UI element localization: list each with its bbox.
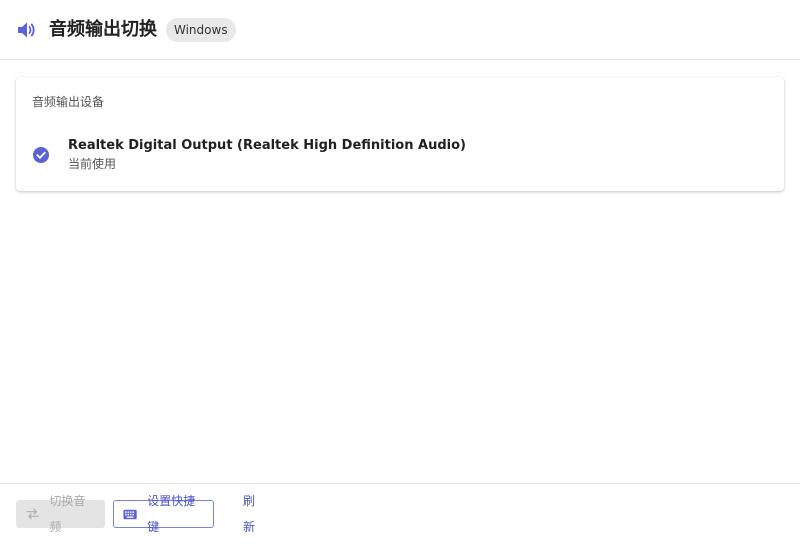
device-name: Realtek Digital Output (Realtek High Def… bbox=[68, 138, 466, 153]
page-title: 音频输出切换 bbox=[49, 19, 157, 40]
set-shortcut-label: 设置快捷键 bbox=[147, 494, 196, 534]
footer-bar: 切换音频 设置快捷键 刷新 bbox=[0, 483, 800, 544]
swap-arrows-icon bbox=[26, 508, 40, 520]
device-list-item[interactable]: Realtek Digital Output (Realtek High Def… bbox=[16, 129, 784, 177]
platform-badge: Windows bbox=[166, 18, 236, 42]
check-circle-icon bbox=[33, 147, 49, 163]
header-bar: 音频输出切换 Windows bbox=[0, 0, 800, 60]
device-status: 当前使用 bbox=[68, 157, 117, 171]
switch-audio-label: 切换音频 bbox=[49, 494, 86, 534]
set-shortcut-button[interactable]: 设置快捷键 bbox=[113, 494, 214, 534]
keyboard-icon bbox=[123, 509, 137, 519]
app-window: 音频输出切换 Windows 音频输出设备 Realtek Digital Ou… bbox=[0, 0, 800, 544]
refresh-button[interactable]: 刷新 bbox=[233, 494, 275, 534]
switch-audio-button[interactable]: 切换音频 bbox=[16, 494, 105, 534]
output-devices-card: 音频输出设备 Realtek Digital Output (Realtek H… bbox=[16, 77, 784, 191]
section-title: 音频输出设备 bbox=[32, 95, 105, 109]
speaker-icon bbox=[18, 22, 35, 38]
refresh-label: 刷新 bbox=[243, 494, 256, 534]
